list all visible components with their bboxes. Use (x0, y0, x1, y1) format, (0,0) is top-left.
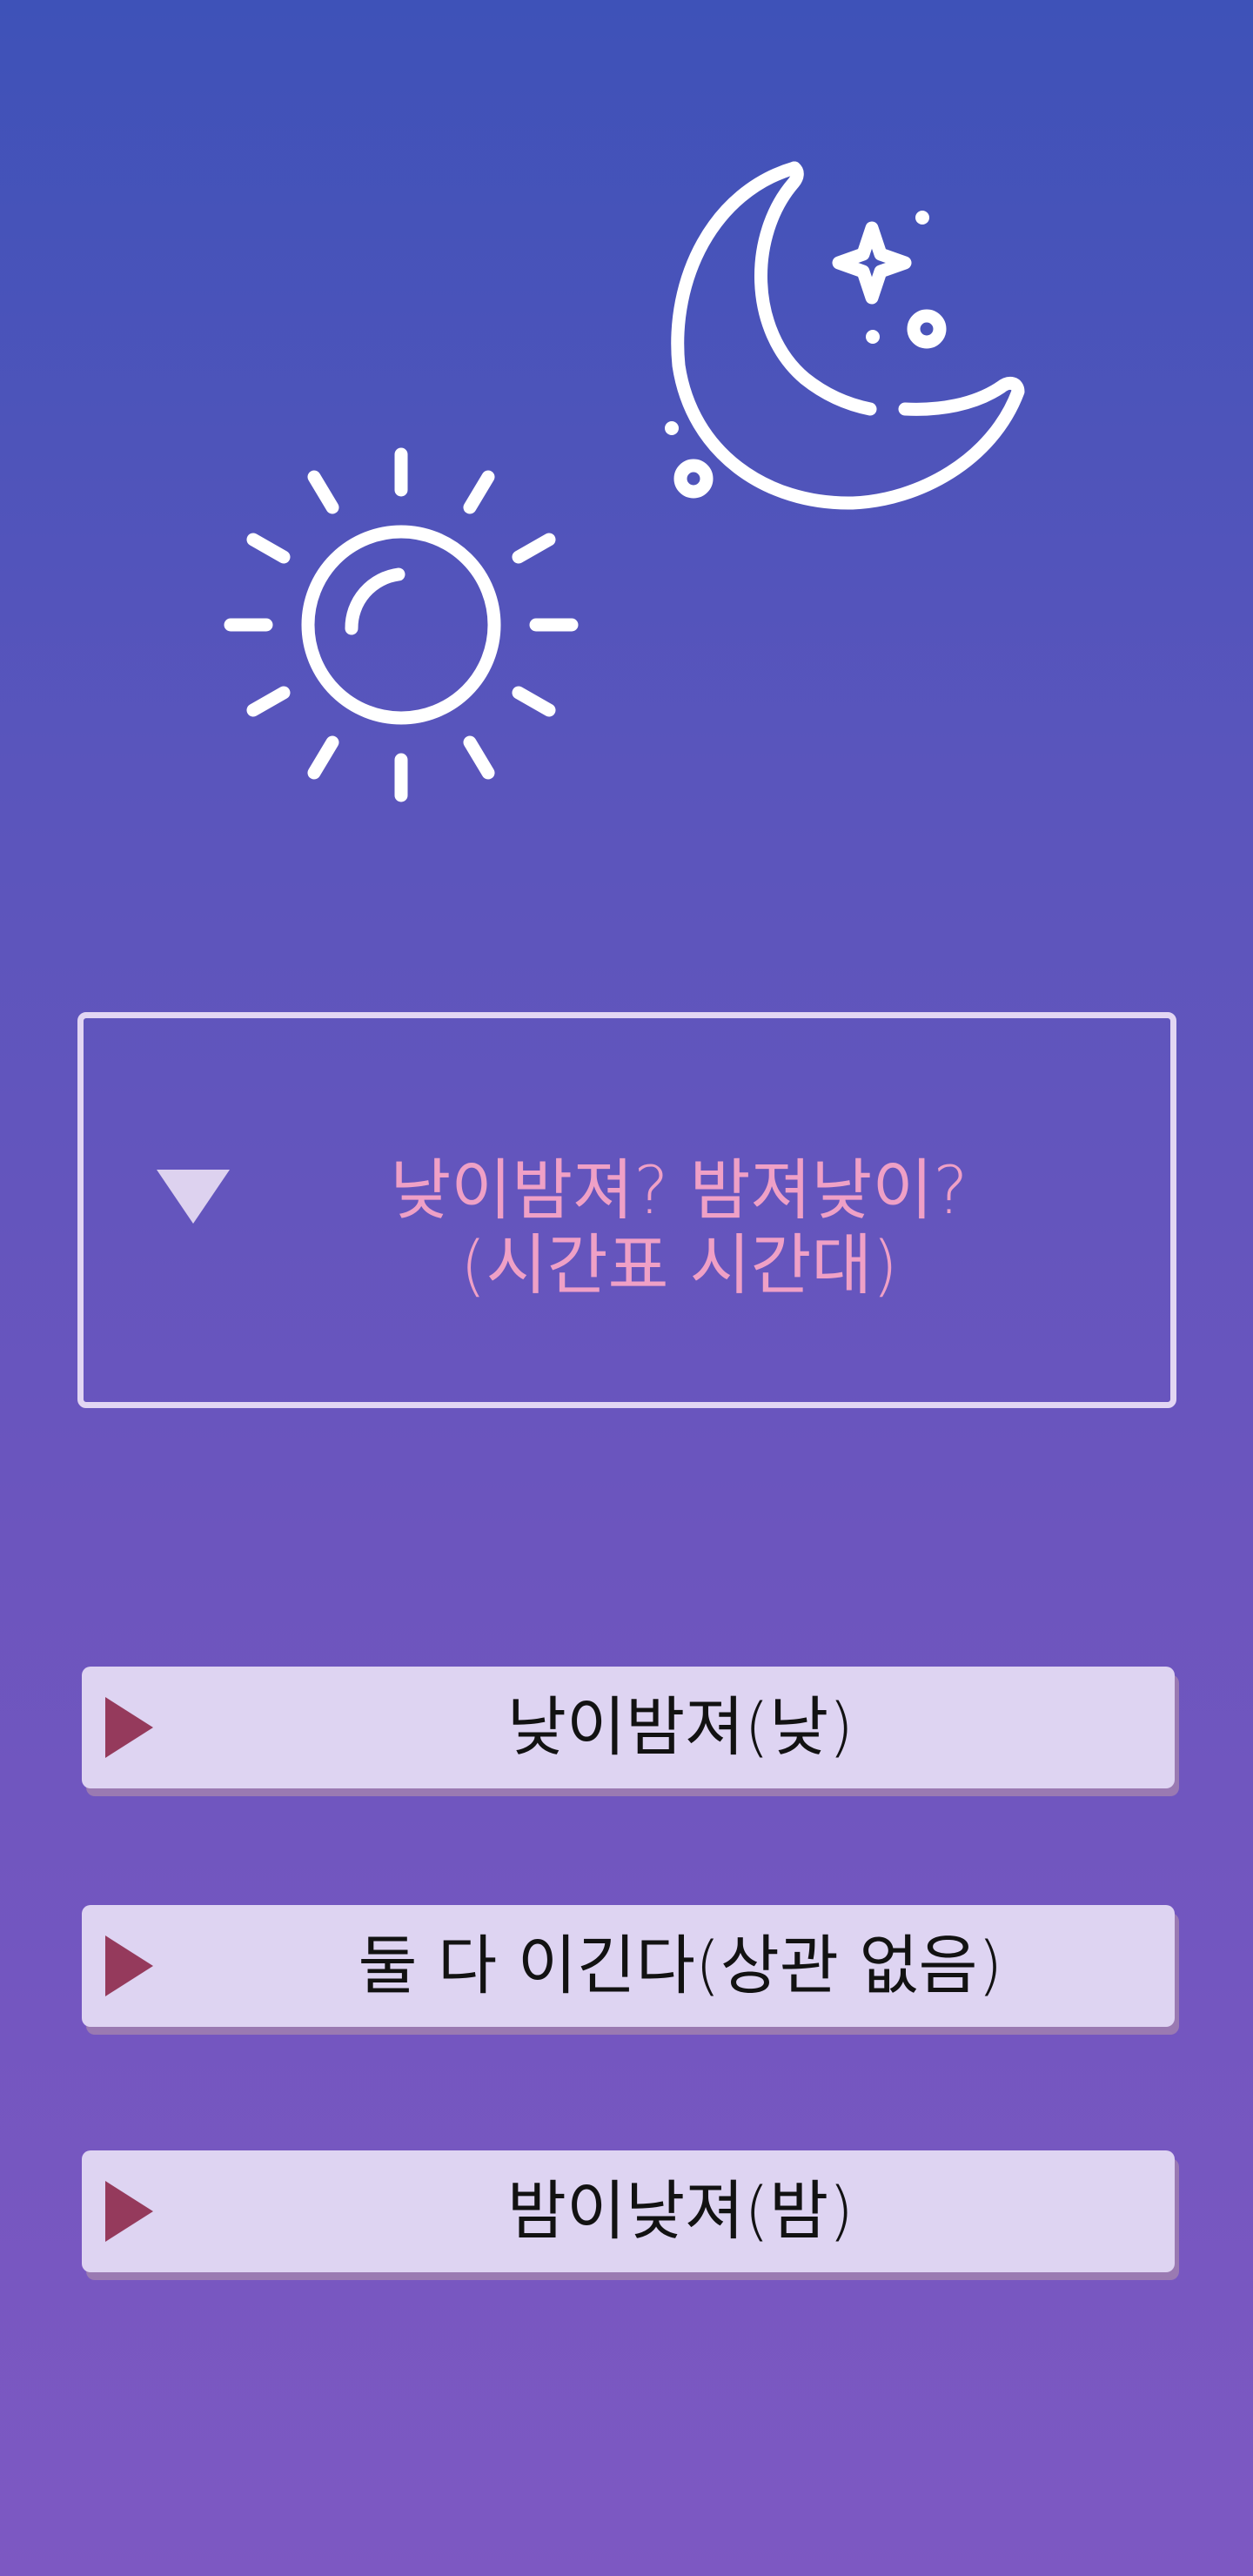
play-triangle-icon (105, 2181, 153, 2242)
option-button-day[interactable]: 낮이밤져(낮) (82, 1667, 1175, 1788)
option-label: 밤이낮져(밤) (506, 2174, 854, 2249)
triangle-down-icon[interactable] (157, 1170, 230, 1224)
play-triangle-icon (105, 1697, 153, 1758)
question-line-2: (시간표 시간대) (460, 1226, 898, 1304)
illustration (224, 161, 1025, 802)
sun-icon (224, 447, 579, 802)
question-title: 낮이밤져? 밤져낮이? (시간표 시간대) (223, 1153, 1136, 1303)
option-button-both[interactable]: 둘 다 이긴다(상관 없음) (82, 1905, 1175, 2027)
option-label: 낮이밤져(낮) (506, 1690, 854, 1765)
question-dropdown[interactable]: 낮이밤져? 밤져낮이? (시간표 시간대) (77, 1012, 1176, 1408)
option-label: 둘 다 이긴다(상관 없음) (358, 1929, 1003, 2003)
moon-icon (671, 161, 1025, 510)
play-triangle-icon (105, 1935, 153, 1996)
question-line-1: 낮이밤져? 밤져낮이? (390, 1151, 968, 1229)
option-button-night[interactable]: 밤이낮져(밤) (82, 2150, 1175, 2272)
